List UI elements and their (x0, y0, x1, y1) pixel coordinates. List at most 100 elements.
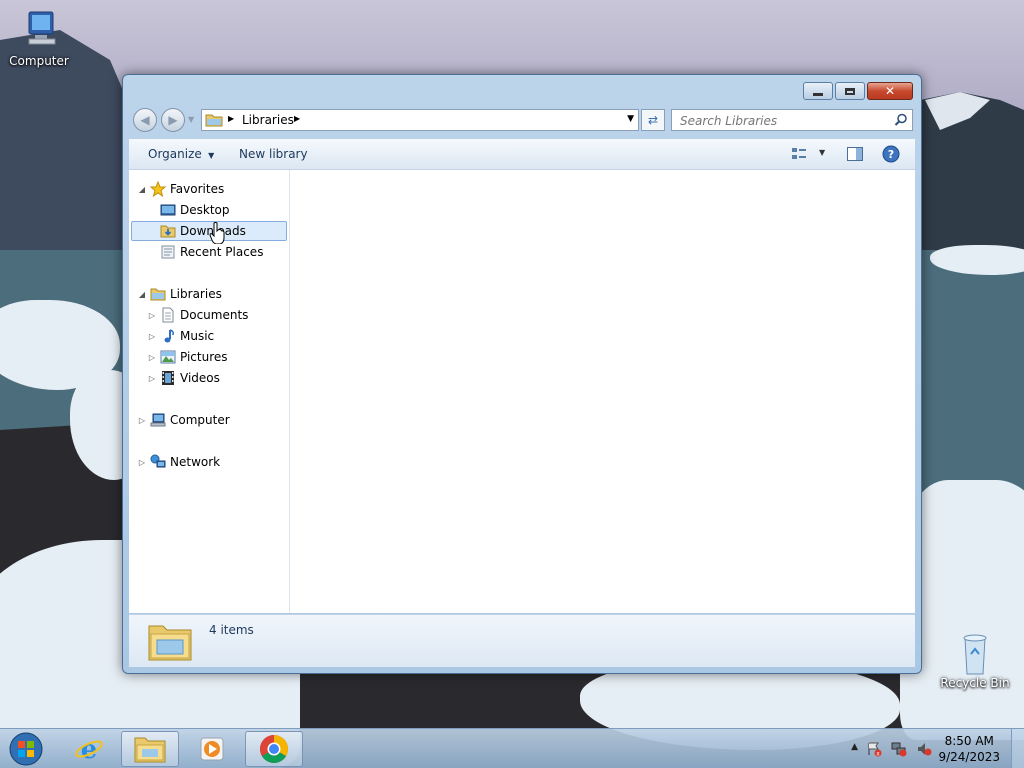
navigation-bar: ◀ ▶ ▼ ▶ Libraries ▶ ▼ ⇄ (131, 107, 913, 133)
close-button[interactable]: ✕ (867, 82, 913, 100)
content-area: ◢ Favorites Desktop Downloads Recent Pla… (129, 170, 915, 613)
libraries-large-icon (148, 625, 192, 661)
organize-button[interactable]: Organize ▼ (148, 147, 214, 161)
taskbar-chrome[interactable] (245, 731, 303, 767)
documents-icon (162, 307, 174, 323)
tree-item-recent-places[interactable]: Recent Places (159, 242, 263, 262)
change-view-button[interactable] (791, 146, 807, 165)
address-bar[interactable]: ▶ Libraries ▶ ▼ (201, 109, 639, 131)
new-library-button[interactable]: New library (239, 147, 308, 161)
tree-computer[interactable]: ▷ Computer (137, 410, 230, 430)
desktop-icon-label: Recycle Bin (940, 676, 1010, 690)
volume-muted-icon[interactable] (916, 741, 932, 757)
explorer-window[interactable]: ✕ ◀ ▶ ▼ ▶ Libraries ▶ ▼ ⇄ Search Librari… (122, 74, 922, 674)
clock-time: 8:50 AM (944, 734, 994, 748)
search-input[interactable] (678, 111, 892, 131)
preview-pane-button[interactable] (847, 147, 863, 164)
tree-item-music[interactable]: ▷ Music (147, 326, 214, 346)
refresh-icon: ⇄ (647, 113, 659, 127)
preview-pane-icon (847, 147, 863, 161)
help-button[interactable]: ? (882, 145, 900, 166)
network-status-icon[interactable] (891, 741, 907, 757)
show-hidden-icons-button[interactable]: ▲ (851, 742, 858, 752)
star-icon (149, 181, 167, 197)
svg-text:?: ? (888, 148, 894, 161)
refresh-button[interactable]: ⇄ (641, 109, 665, 131)
windows-start-orb-icon (9, 732, 43, 766)
back-button[interactable]: ◀ (133, 108, 157, 132)
collapsed-arrow-icon[interactable]: ▷ (147, 374, 157, 383)
tree-libraries[interactable]: ◢ Libraries (137, 284, 222, 304)
downloads-folder-icon (160, 225, 176, 238)
tree-item-pictures[interactable]: ▷ Pictures (147, 347, 228, 367)
minimize-icon (813, 92, 823, 96)
search-icon (894, 113, 907, 126)
tree-item-desktop[interactable]: Desktop (159, 200, 230, 220)
clock-date: 9/24/2023 (938, 750, 1000, 764)
desktop-icon-computer[interactable]: Computer (1, 8, 77, 68)
computer-icon (15, 8, 63, 52)
forward-arrow-icon: ▶ (168, 113, 178, 127)
file-list-area[interactable] (290, 170, 915, 613)
taskbar-media-player[interactable] (183, 731, 241, 767)
svg-text:e: e (81, 735, 98, 764)
internet-explorer-icon: e (75, 735, 103, 764)
desktop-icon-label: Computer (9, 54, 69, 68)
libraries-folder-icon (205, 114, 223, 127)
clock[interactable]: 8:50 AM 9/24/2023 (938, 733, 1000, 765)
breadcrumb-separator-icon: ▶ (228, 114, 235, 123)
search-box[interactable] (671, 109, 913, 131)
tree-item-videos[interactable]: ▷ Videos (147, 368, 220, 388)
taskbar-windows-explorer[interactable] (121, 731, 179, 767)
collapsed-arrow-icon[interactable]: ▷ (137, 416, 147, 425)
chevron-down-icon: ▼ (205, 151, 215, 160)
music-icon (164, 329, 174, 343)
libraries-icon (150, 288, 166, 301)
recent-places-icon (161, 245, 175, 259)
tree-item-documents[interactable]: ▷ Documents (147, 305, 248, 325)
taskbar: e ▲ x 8:50 AM 9/24/2023 (0, 728, 1024, 768)
address-dropdown-icon[interactable]: ▼ (627, 114, 634, 124)
taskbar-internet-explorer[interactable]: e (60, 731, 118, 767)
recycle-bin-icon (951, 630, 999, 675)
recent-pages-dropdown[interactable]: ▼ (188, 115, 194, 124)
windows-explorer-icon (134, 737, 166, 763)
help-icon: ? (882, 145, 900, 163)
desktop-icon-recycle-bin[interactable]: Recycle Bin (937, 630, 1013, 690)
tree-network[interactable]: ▷ Network (137, 452, 220, 472)
videos-icon (162, 371, 174, 385)
action-center-flag-icon[interactable]: x (866, 741, 882, 757)
show-desktop-button[interactable] (1011, 729, 1024, 768)
close-icon: ✕ (884, 84, 896, 98)
collapsed-arrow-icon[interactable]: ▷ (147, 311, 157, 320)
network-icon (150, 454, 166, 468)
forward-button[interactable]: ▶ (161, 108, 185, 132)
svg-text:x: x (876, 751, 880, 758)
minimize-button[interactable] (803, 82, 833, 100)
item-count: 4 items (209, 623, 254, 637)
desktop: Computer Recycle Bin ✕ ◀ ▶ ▼ ▶ Libraries… (0, 0, 1024, 768)
start-button[interactable] (6, 731, 46, 767)
navigation-pane: ◢ Favorites Desktop Downloads Recent Pla… (129, 170, 290, 613)
expanded-arrow-icon[interactable]: ◢ (137, 290, 147, 299)
expanded-arrow-icon[interactable]: ◢ (137, 185, 147, 194)
collapsed-arrow-icon[interactable]: ▷ (147, 332, 157, 341)
command-bar: Organize ▼ New library ▼ ? (129, 139, 915, 170)
view-details-icon (792, 148, 806, 159)
breadcrumb-separator-icon[interactable]: ▶ (294, 114, 300, 123)
back-arrow-icon: ◀ (140, 113, 150, 127)
collapsed-arrow-icon[interactable]: ▷ (147, 353, 157, 362)
chrome-icon (260, 735, 288, 763)
maximize-icon (845, 87, 855, 95)
desktop-icon (160, 204, 176, 216)
media-player-icon (200, 737, 224, 761)
collapsed-arrow-icon[interactable]: ▷ (137, 458, 147, 467)
caption-buttons: ✕ (803, 82, 913, 100)
details-pane: 4 items (129, 614, 915, 667)
pictures-icon (160, 350, 176, 364)
breadcrumb-libraries[interactable]: Libraries (242, 113, 294, 127)
hand-cursor-icon (209, 222, 225, 244)
tree-favorites[interactable]: ◢ Favorites (137, 179, 224, 199)
view-options-dropdown[interactable]: ▼ (819, 148, 825, 157)
maximize-button[interactable] (835, 82, 865, 100)
